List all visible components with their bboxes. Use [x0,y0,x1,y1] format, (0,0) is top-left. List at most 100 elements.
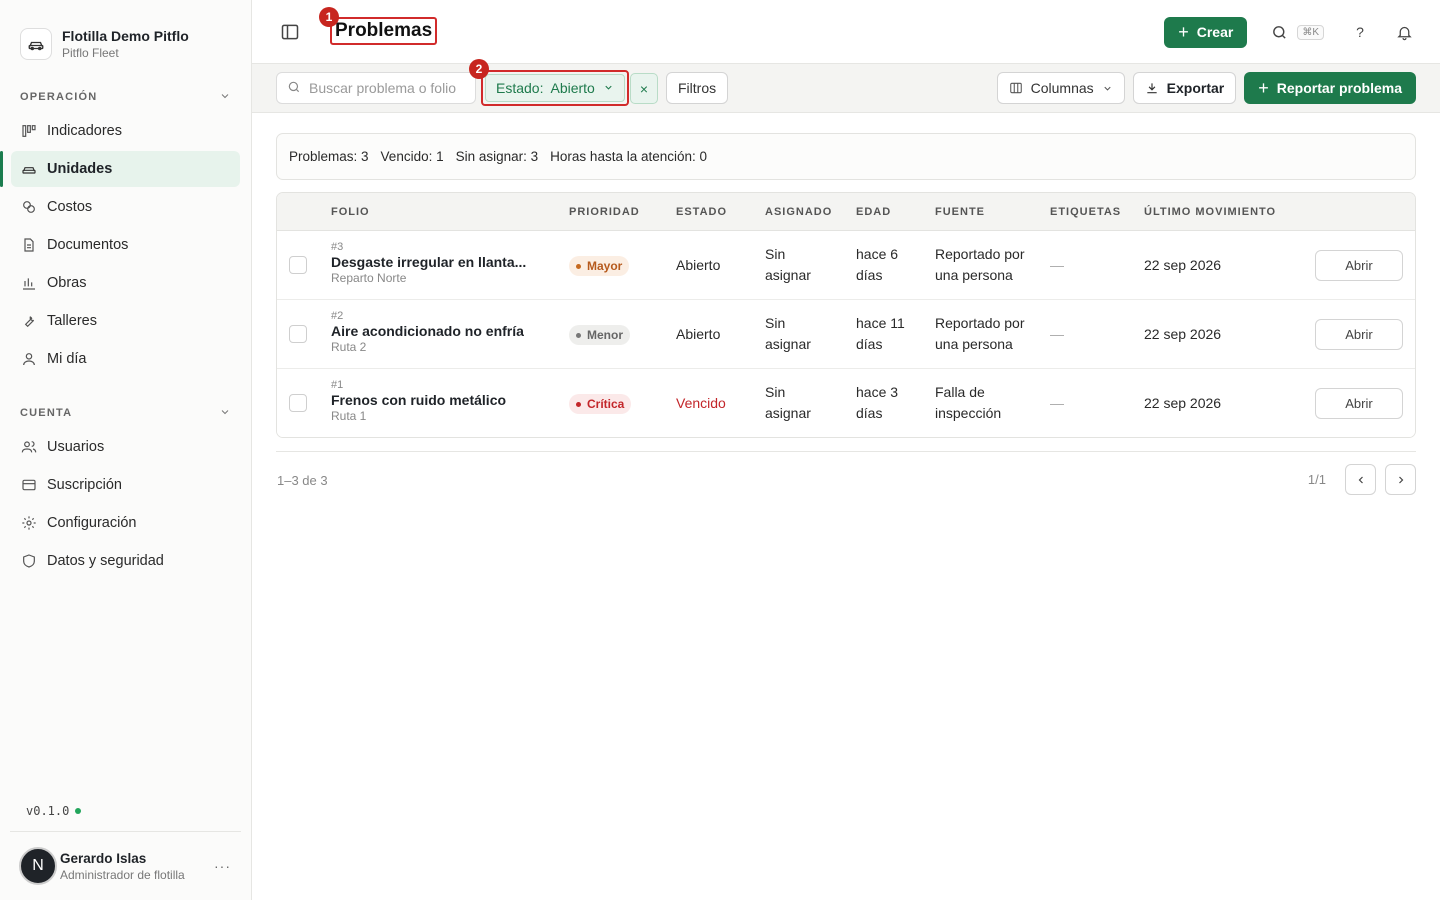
sidebar-item-costos[interactable]: Costos [11,189,240,225]
age-line: días [856,267,883,283]
sidebar-item-label: Datos y seguridad [47,553,164,569]
pagination: 1/1 [1308,464,1416,495]
folio-number: #1 [331,379,344,391]
status-filter-chip[interactable]: Estado: Abierto [481,70,629,106]
status-cell: Vencido [676,395,726,411]
sidebar: Flotilla Demo Pitflo Pitflo Fleet OPERAC… [0,0,252,900]
row-checkbox[interactable] [289,325,307,343]
annotation-marker-2: 2 [469,59,489,79]
open-button[interactable]: Abrir [1315,319,1403,350]
bell-icon[interactable] [1390,18,1418,46]
folio-cell: #2 Aire acondicionado no enfría Ruta 2 [331,310,524,354]
assigned-cell: Sin asignar [765,382,811,424]
sidebar-item-documentos[interactable]: Documentos [11,227,240,263]
column-header[interactable]: ETIQUETAS [1050,206,1121,218]
row-checkbox[interactable] [289,394,307,412]
section-title: CUENTA [20,407,73,419]
wrench-icon [20,312,38,330]
assigned-cell: Sin asignar [765,313,811,355]
pagination-range: 1–3 de 3 [277,473,328,488]
chevron-left-icon [1358,476,1363,483]
prev-page-button[interactable] [1345,464,1376,495]
chevron-down-icon [1102,83,1113,94]
report-problem-button[interactable]: + Reportar problema [1244,72,1416,104]
problem-title[interactable]: Desgaste irregular en llanta... [331,254,526,270]
age-cell: hace 11 días [856,313,905,355]
search-box[interactable] [276,72,476,104]
sidebar-item-usuarios[interactable]: Usuarios [11,429,240,465]
user-menu[interactable]: N Gerardo Islas Administrador de flotill… [10,831,241,900]
sidebar-item-talleres[interactable]: Talleres [11,303,240,339]
column-header[interactable]: EDAD [856,206,891,218]
last-movement-cell: 22 sep 2026 [1144,326,1222,342]
sidebar-item-unidades[interactable]: Unidades [0,151,240,187]
sidebar-item-indicadores[interactable]: Indicadores [11,113,240,149]
sidebar-item-label: Costos [47,199,93,215]
clear-filter-button[interactable]: × [630,73,658,104]
last-movement-cell: 22 sep 2026 [1144,257,1222,273]
table-row[interactable]: #1 Frenos con ruido metálico Ruta 1 Crít… [277,369,1415,437]
search-input[interactable] [309,80,469,96]
folio-number: #3 [331,241,344,253]
users-icon [20,438,38,456]
annotation-marker-1: 1 [319,7,339,27]
priority-badge: Menor [569,325,630,345]
open-button[interactable]: Abrir [1315,250,1403,281]
sidebar-item-label: Documentos [47,237,129,253]
table-row[interactable]: #2 Aire acondicionado no enfría Ruta 2 M… [277,300,1415,369]
org-switcher[interactable]: Flotilla Demo Pitflo Pitflo Fleet [0,0,251,70]
next-page-button[interactable] [1385,464,1416,495]
sidebar-item-label: Indicadores [47,123,122,139]
sidebar-item-suscripcion[interactable]: Suscripción [11,467,240,503]
toolbar-actions: Columnas Exportar + Reportar problema [996,72,1416,104]
toolbar: 2 Estado: Abierto × Filtros Columnas [252,59,1440,113]
sidebar-item-obras[interactable]: Obras [11,265,240,301]
section-cuenta[interactable]: CUENTA [0,403,251,423]
sidebar-item-label: Configuración [47,515,137,531]
sidebar-item-datos-seguridad[interactable]: Datos y seguridad [11,543,240,579]
problem-title[interactable]: Aire acondicionado no enfría [331,323,524,339]
sidebar-item-mi-dia[interactable]: Mi día [11,341,240,377]
create-label: Crear [1196,24,1234,40]
help-icon[interactable]: ? [1346,18,1374,46]
assigned-line: Sin [765,246,786,262]
sidebar-item-configuracion[interactable]: Configuración [11,505,240,541]
search-icon[interactable] [1265,18,1293,46]
folio-cell: #3 Desgaste irregular en llanta... Repar… [331,241,526,285]
sidebar-toggle-icon[interactable] [280,22,300,42]
chevron-down-icon [603,80,614,96]
column-header[interactable]: FUENTE [935,206,985,218]
source-line: Reportado por [935,246,1025,262]
problem-title[interactable]: Frenos con ruido metálico [331,392,506,408]
age-cell: hace 3 días [856,382,898,424]
column-header[interactable]: PRIORIDAD [569,206,640,218]
plus-icon: + [1258,77,1269,98]
sidebar-item-label: Unidades [47,161,113,177]
filters-button[interactable]: Filtros [666,72,729,104]
org-subtitle: Pitflo Fleet [62,46,119,60]
open-button[interactable]: Abrir [1315,388,1403,419]
columns-button[interactable]: Columnas [996,72,1125,104]
section-operacion[interactable]: OPERACIÓN [0,87,251,107]
folio-cell: #1 Frenos con ruido metálico Ruta 1 [331,379,506,423]
column-header[interactable]: ESTADO [676,206,727,218]
problems-table: FOLIO PRIORIDAD ESTADO ASIGNADO EDAD FUE… [276,192,1416,438]
summary-bar: Problemas: 3 Vencido: 1 Sin asignar: 3 H… [276,133,1416,180]
column-header[interactable]: FOLIO [331,206,370,218]
column-header[interactable]: ÚLTIMO MOVIMIENTO [1144,206,1276,218]
column-header[interactable]: ASIGNADO [765,206,832,218]
shield-icon [20,552,38,570]
more-icon[interactable]: ··· [214,858,231,874]
assigned-line: Sin [765,384,786,400]
source-line: inspección [935,405,1002,421]
unit-name: Ruta 1 [331,409,367,423]
section-title: OPERACIÓN [20,91,98,103]
row-checkbox[interactable] [289,256,307,274]
status-filter-wrap: 2 Estado: Abierto [469,59,629,106]
folio-number: #2 [331,310,344,322]
gear-icon [20,514,38,532]
avatar: N [19,847,57,885]
table-row[interactable]: #3 Desgaste irregular en llanta... Repar… [277,231,1415,300]
create-button[interactable]: + Crear [1164,16,1248,48]
export-button[interactable]: Exportar [1132,72,1237,104]
